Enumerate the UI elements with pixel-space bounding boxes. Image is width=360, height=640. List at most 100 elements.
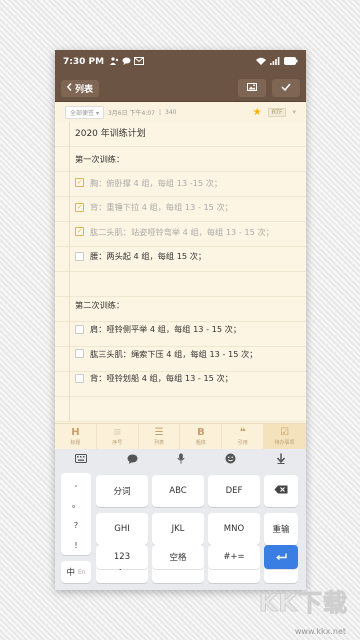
check-icon [281,83,291,94]
todo-icon: ☑ [280,426,290,438]
tool-label: 序号 [112,439,123,446]
tool-heading[interactable]: H 标题 [55,424,97,449]
format-toolbar: H 标题 ≡ 序号 ☰ 列表 B 粗体 ❝ 引用 ☑ 待办事项 [55,423,306,450]
key-ghi[interactable]: GHI [96,513,148,545]
key-segment[interactable]: 分词 [96,475,148,507]
signal-icon [270,56,280,68]
numbered-list-icon: ≡ [113,426,122,438]
line-text: 2020 年训练计划 [75,129,146,140]
key-symbols[interactable]: #+= [208,545,260,569]
checkbox-icon[interactable] [75,251,84,261]
image-icon [247,82,257,94]
key-mno[interactable]: MNO [208,513,260,545]
key-def[interactable]: DEF [208,475,260,507]
todo-text: 胸：俯卧撑 4 组，每组 13 -15 次； [90,177,223,188]
todo-item[interactable]: 背：哑铃划船 4 组，每组 13 - 15 次； [75,366,306,390]
chat-icon [122,57,131,68]
note-line-blank[interactable] [75,268,306,292]
wifi-icon [256,57,266,68]
divider: | [158,108,162,116]
enter-icon [275,551,287,564]
todo-item[interactable]: 腰：两头起 4 组，每组 15 次； [75,244,306,268]
bold-icon: B [197,426,205,438]
chevron-down-icon[interactable]: ▾ [292,108,296,116]
punct-key[interactable]: ? [74,521,78,530]
heading-icon: H [71,426,80,438]
punct-key[interactable]: , [75,479,78,488]
note-editor[interactable]: 2020 年训练计划 第一次训练： ✓ 胸：俯卧撑 4 组，每组 13 -15 … [55,122,306,422]
microphone-icon[interactable] [177,453,186,467]
hide-keyboard-icon[interactable] [276,453,286,467]
punctuation-column[interactable]: , 。 ? ! [61,473,91,555]
checkbox-icon[interactable] [75,373,84,383]
star-icon[interactable]: ★ [253,107,262,118]
note-meta-bar: 全部便签 ▾ 3月6日 下午4:07 | 340 ★ RTF ▾ [55,102,306,123]
keyboard-topbar [55,449,306,471]
key-reenter[interactable]: 重输 [264,513,298,545]
todo-text: 肩：哑铃侧平举 4 组，每组 13 - 15 次； [90,324,242,335]
tool-todo[interactable]: ☑ 待办事项 [264,424,306,449]
checkbox-icon[interactable] [75,324,84,334]
todo-text: 背：重锤下拉 4 组，每组 13 - 15 次； [90,202,233,213]
line-text: 第二次训练： [75,299,125,310]
watermark-logo: KK下载 [258,589,348,618]
keyboard-icon[interactable] [74,454,87,466]
todo-text: 背：哑铃划船 4 组，每组 13 - 15 次； [90,373,233,384]
insert-image-button[interactable] [238,79,266,97]
watermark-url: www.kkx.net [294,627,346,636]
tool-bold[interactable]: B 粗体 [180,424,223,449]
status-bar: 7:30 PM [55,50,306,74]
tool-label: 列表 [154,439,165,446]
space-key[interactable]: 空格 [152,545,204,569]
note-title-line[interactable]: 2020 年训练计划 [75,122,306,146]
enter-key[interactable] [264,545,298,569]
key-jkl[interactable]: JKL [152,513,204,545]
todo-text: 肱二头肌：站姿哑铃弯举 4 组，每组 13 - 15 次； [90,226,274,237]
char-count: 340 [165,108,177,116]
phone-screen: 7:30 PM 列表 全部便签 ▾ 3月6日 下午4:07 | 340 ★ RT… [55,50,306,590]
category-dropdown[interactable]: 全部便签 ▾ [65,105,104,119]
person-icon [110,56,119,68]
punct-key[interactable]: 。 [72,499,80,510]
line-text: 第一次训练： [75,153,125,164]
todo-item[interactable]: 肱三头肌：绳索下压 4 组，每组 13 - 15 次； [75,342,306,366]
todo-item[interactable]: ✓ 肱二头肌：站姿哑铃弯举 4 组，每组 13 - 15 次； [75,220,306,244]
key-abc[interactable]: ABC [152,475,204,507]
note-line[interactable]: 第二次训练： [75,293,306,317]
tool-label: 引用 [237,439,248,446]
language-switch-key[interactable]: 中 En [61,561,91,583]
todo-item[interactable]: 肩：哑铃侧平举 4 组，每组 13 - 15 次； [75,317,306,341]
todo-item[interactable]: ✓ 胸：俯卧撑 4 组，每组 13 -15 次； [75,171,306,195]
tool-numbered-list[interactable]: ≡ 序号 [97,424,139,449]
format-badge[interactable]: RTF [267,107,287,117]
confirm-button[interactable] [272,79,300,97]
note-datetime: 3月6日 下午4:07 [107,109,155,117]
chat-bubble-icon[interactable] [127,454,138,467]
backspace-icon [274,485,288,497]
checkbox-checked-icon[interactable]: ✓ [75,178,84,188]
checkbox-checked-icon[interactable]: ✓ [75,202,84,212]
chevron-down-icon: ▾ [95,109,99,117]
backspace-key[interactable] [264,475,298,507]
checkbox-checked-icon[interactable]: ✓ [75,227,84,237]
nav-bar: 列表 [55,74,306,102]
tool-label: 待办事项 [274,439,295,446]
status-time: 7:30 PM [63,57,105,67]
quote-icon: ❝ [239,426,246,438]
chevron-left-icon [66,82,72,94]
lang-sub: En [77,568,86,576]
back-button[interactable]: 列表 [61,79,100,97]
checkbox-icon[interactable] [75,349,84,359]
key-numbers[interactable]: 123 [96,545,148,569]
back-label: 列表 [75,84,94,95]
mail-icon [134,56,145,68]
category-label: 全部便签 [70,109,95,117]
battery-icon [284,56,298,68]
emoji-icon[interactable] [225,453,236,467]
todo-item[interactable]: ✓ 背：重锤下拉 4 组，每组 13 - 15 次； [75,195,306,219]
todo-text: 腰：两头起 4 组，每组 15 次； [90,251,207,262]
tool-quote[interactable]: ❝ 引用 [222,424,265,449]
note-line[interactable]: 第一次训练： [75,146,306,170]
tool-list[interactable]: ☰ 列表 [139,424,181,449]
punct-key[interactable]: ! [74,541,77,550]
